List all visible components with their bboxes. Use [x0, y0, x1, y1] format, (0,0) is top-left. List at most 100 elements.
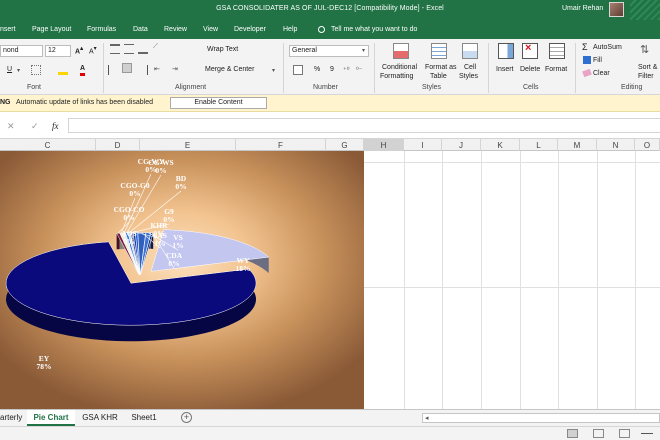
- column-header[interactable]: M: [558, 139, 597, 151]
- column-header[interactable]: O: [635, 139, 660, 151]
- page-layout-view-icon[interactable]: [593, 429, 604, 438]
- font-size-select[interactable]: 12: [45, 45, 71, 57]
- format-as-table-line1[interactable]: Format as: [425, 64, 457, 71]
- add-sheet-button[interactable]: +: [181, 412, 192, 423]
- borders-icon[interactable]: [31, 65, 41, 75]
- align-right-icon[interactable]: [138, 65, 148, 75]
- eraser-icon[interactable]: [582, 68, 592, 78]
- insert-cells-button[interactable]: Insert: [496, 66, 514, 73]
- insert-cells-icon[interactable]: [498, 43, 514, 59]
- bottom-align-icon[interactable]: [138, 44, 148, 54]
- wrap-text-button[interactable]: Wrap Text: [207, 46, 238, 53]
- pie-label-cg-ws: CG-WS 0%: [145, 159, 177, 175]
- sheet-tab-quarterly[interactable]: arterly: [0, 410, 22, 426]
- format-cells-button[interactable]: Format: [545, 66, 567, 73]
- column-header[interactable]: E: [140, 139, 236, 151]
- comma-style-button[interactable]: 9: [330, 66, 334, 73]
- sort-filter-line2[interactable]: Filter: [638, 73, 654, 80]
- enable-content-button[interactable]: Enable Content: [170, 97, 267, 109]
- styles-group-label: Styles: [422, 84, 442, 91]
- tab-help[interactable]: Help: [283, 26, 297, 33]
- increase-decimal-icon[interactable]: ⁺⁰: [343, 66, 350, 74]
- currency-icon[interactable]: [293, 65, 303, 75]
- insert-function-icon[interactable]: fx: [52, 121, 59, 131]
- decrease-decimal-icon[interactable]: ⁰⁻: [356, 66, 363, 74]
- tab-data[interactable]: Data: [133, 26, 148, 33]
- tab-insert[interactable]: nsert: [0, 26, 16, 33]
- font-color-icon[interactable]: A: [80, 65, 86, 76]
- column-header[interactable]: K: [481, 139, 520, 151]
- tab-page-layout[interactable]: Page Layout: [32, 26, 71, 33]
- underline-dropdown-icon[interactable]: ▾: [17, 67, 20, 74]
- conditional-formatting-line2[interactable]: Formatting: [380, 73, 413, 80]
- sort-filter-icon[interactable]: ⇅: [640, 43, 656, 59]
- cell-styles-line1[interactable]: Cell: [464, 64, 476, 71]
- cancel-entry-icon[interactable]: ✕: [7, 121, 15, 132]
- grow-font-icon[interactable]: A▴: [75, 46, 83, 55]
- orientation-icon[interactable]: ⟋: [153, 43, 158, 51]
- scroll-left-icon[interactable]: ◂: [425, 414, 429, 422]
- clear-button[interactable]: Clear: [593, 70, 610, 77]
- format-as-table-icon[interactable]: [431, 43, 447, 59]
- group-separator: [283, 43, 284, 93]
- tab-review[interactable]: Review: [164, 26, 187, 33]
- fill-color-icon[interactable]: [58, 65, 68, 75]
- align-left-icon[interactable]: [108, 65, 118, 75]
- delete-cells-icon[interactable]: ×: [522, 42, 538, 59]
- column-header[interactable]: F: [236, 139, 326, 151]
- column-header[interactable]: H: [364, 139, 404, 151]
- format-cells-icon[interactable]: [549, 43, 565, 59]
- column-header[interactable]: I: [404, 139, 442, 151]
- conditional-formatting-icon[interactable]: [393, 43, 409, 59]
- normal-view-icon[interactable]: [567, 429, 578, 438]
- number-format-select[interactable]: General: [289, 45, 369, 57]
- confirm-entry-icon[interactable]: ✓: [31, 121, 39, 132]
- tab-view[interactable]: View: [203, 26, 218, 33]
- middle-align-icon[interactable]: [124, 44, 134, 54]
- zoom-out-icon[interactable]: [641, 433, 653, 434]
- avatar[interactable]: [609, 2, 624, 17]
- increase-indent-icon[interactable]: ⇥: [172, 65, 178, 73]
- column-header[interactable]: C: [0, 139, 96, 151]
- grid-line: [442, 151, 443, 409]
- align-center-icon[interactable]: [122, 63, 132, 73]
- fill-icon[interactable]: [583, 56, 591, 64]
- tab-formulas[interactable]: Formulas: [87, 26, 116, 33]
- column-header[interactable]: J: [442, 139, 481, 151]
- number-format-dropdown-icon[interactable]: ▾: [362, 47, 365, 54]
- pie-label-cda: CDA 0%: [158, 252, 190, 268]
- top-align-icon[interactable]: [110, 44, 120, 54]
- delete-cells-button[interactable]: Delete: [520, 66, 540, 73]
- cell-styles-icon[interactable]: [462, 43, 478, 59]
- shrink-font-icon[interactable]: A▾: [89, 46, 97, 55]
- decrease-indent-icon[interactable]: ⇤: [154, 65, 160, 73]
- pie-chart[interactable]: CGO-CO 0% CGO-G0 0% CG-WY 0% CG-WS 0% BD 0% G9 0% AO…: [0, 151, 364, 409]
- autosum-button[interactable]: AutoSum: [593, 44, 622, 51]
- tell-me-search[interactable]: Tell me what you want to do: [331, 26, 417, 33]
- conditional-formatting-line1[interactable]: Conditional: [382, 64, 417, 71]
- merge-dropdown-icon[interactable]: ▾: [272, 67, 275, 74]
- column-header[interactable]: D: [96, 139, 140, 151]
- pie-label-ey: EY 78%: [28, 355, 60, 371]
- sheet-tab-sheet1[interactable]: Sheet1: [126, 410, 162, 426]
- font-name-select[interactable]: nond: [0, 45, 43, 57]
- cell-styles-line2[interactable]: Styles: [459, 73, 478, 80]
- sort-filter-line1[interactable]: Sort &: [638, 64, 657, 71]
- formula-input[interactable]: [68, 118, 660, 133]
- tab-developer[interactable]: Developer: [234, 26, 266, 33]
- column-header[interactable]: L: [520, 139, 558, 151]
- autosum-icon[interactable]: Σ: [582, 42, 588, 52]
- user-name[interactable]: Umair Rehan: [562, 5, 603, 12]
- fill-button[interactable]: Fill: [593, 57, 602, 64]
- cell-grid[interactable]: [364, 151, 660, 409]
- page-break-preview-icon[interactable]: [619, 429, 630, 438]
- sheet-tab-pie-chart[interactable]: Pie Chart: [27, 410, 75, 426]
- underline-icon[interactable]: U: [7, 66, 12, 73]
- column-header[interactable]: N: [597, 139, 635, 151]
- percent-style-button[interactable]: %: [314, 66, 320, 73]
- sheet-tab-gsa-khr[interactable]: GSA KHR: [79, 410, 121, 426]
- merge-center-button[interactable]: Merge & Center: [205, 66, 254, 73]
- horizontal-scrollbar[interactable]: ◂: [422, 413, 660, 423]
- format-as-table-line2[interactable]: Table: [430, 73, 447, 80]
- column-header[interactable]: G: [326, 139, 364, 151]
